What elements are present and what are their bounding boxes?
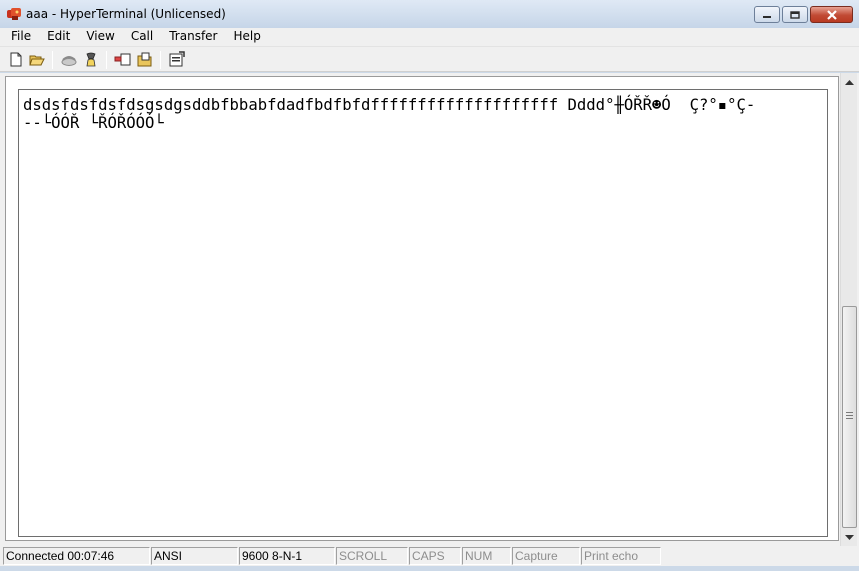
- status-caps: CAPS: [409, 547, 461, 565]
- status-bar: Connected 00:07:46 ANSI 9600 8-N-1 SCROL…: [0, 546, 859, 566]
- terminal-line: --└ÓÓŘ └ŘÓŘÓÓÓ└: [23, 114, 164, 132]
- status-print-echo: Print echo: [581, 547, 661, 565]
- scroll-down-icon: [845, 534, 854, 540]
- status-num: NUM: [462, 547, 511, 565]
- terminal-frame: dsdsfdsfdsfdsgsdgsddbfbbabfdadfbdfbfdfff…: [5, 76, 839, 541]
- window-title: aaa - HyperTerminal (Unlicensed): [26, 7, 226, 21]
- terminal-screen[interactable]: dsdsfdsfdsfdsgsdgsddbfbbabfdadfbdfbfdfff…: [18, 89, 828, 537]
- connect-icon[interactable]: [60, 51, 78, 68]
- send-icon[interactable]: [114, 51, 132, 68]
- menu-call[interactable]: Call: [123, 29, 161, 46]
- toolbar-separator: [160, 51, 161, 69]
- window-bottom-edge: [0, 566, 859, 571]
- vertical-scrollbar[interactable]: [840, 73, 857, 546]
- minimize-button[interactable]: [754, 6, 780, 23]
- menu-view[interactable]: View: [78, 29, 122, 46]
- status-scroll: SCROLL: [336, 547, 408, 565]
- scroll-thumb[interactable]: [842, 306, 857, 528]
- client-area: dsdsfdsfdsfdsgsdgsddbfbbabfdadfbdfbfdfff…: [0, 73, 859, 546]
- status-emulation: ANSI: [151, 547, 238, 565]
- window-controls: [752, 6, 853, 23]
- toolbar-separator: [106, 51, 107, 69]
- menu-bar: File Edit View Call Transfer Help: [0, 28, 859, 46]
- toolbar-separator: [52, 51, 53, 69]
- open-icon[interactable]: [28, 51, 46, 68]
- new-icon[interactable]: [7, 51, 25, 68]
- title-bar[interactable]: aaa - HyperTerminal (Unlicensed): [0, 0, 859, 28]
- status-port-settings: 9600 8-N-1: [239, 547, 335, 565]
- maximize-icon: [790, 10, 800, 19]
- terminal-line: dsdsfdsfdsfdsgsdgsddbfbbabfdadfbdfbfdfff…: [23, 96, 756, 114]
- disconnect-icon[interactable]: [82, 51, 100, 68]
- close-icon: [826, 9, 837, 20]
- scroll-up-icon: [845, 79, 854, 85]
- maximize-button[interactable]: [782, 6, 808, 23]
- close-button[interactable]: [810, 6, 853, 23]
- menu-help[interactable]: Help: [226, 29, 269, 46]
- menu-file[interactable]: File: [0, 29, 39, 46]
- menu-edit[interactable]: Edit: [39, 29, 78, 46]
- toolbar: [0, 46, 859, 72]
- scroll-down-button[interactable]: [841, 529, 858, 546]
- minimize-icon: [763, 15, 771, 18]
- hyperterminal-icon: [7, 8, 21, 20]
- status-connection: Connected 00:07:46: [3, 547, 150, 565]
- menu-transfer[interactable]: Transfer: [161, 29, 225, 46]
- grip-icon: [846, 412, 853, 419]
- scroll-up-button[interactable]: [841, 73, 858, 90]
- receive-icon[interactable]: [136, 51, 154, 68]
- properties-icon[interactable]: [168, 51, 186, 68]
- status-capture: Capture: [512, 547, 580, 565]
